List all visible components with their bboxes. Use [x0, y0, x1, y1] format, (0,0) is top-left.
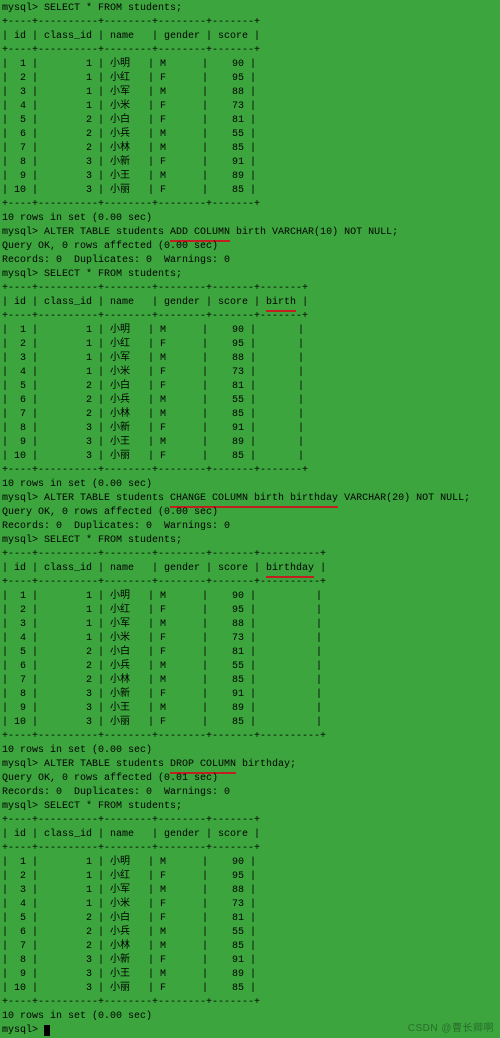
table-sep: +----+----------+--------+--------+-----… — [0, 814, 500, 828]
table-row: | 10 | 3 | 小丽 | F | 85 | | — [0, 450, 500, 464]
table-row: | 8 | 3 | 小新 | F | 91 | | — [0, 422, 500, 436]
table-row: | 1 | 1 | 小明 | M | 90 | — [0, 856, 500, 870]
table-row: | 3 | 1 | 小军 | M | 88 | — [0, 86, 500, 100]
table-row: | 9 | 3 | 小王 | M | 89 | — [0, 170, 500, 184]
table-row: | 1 | 1 | 小明 | M | 90 | — [0, 58, 500, 72]
table-header: | id | class_id | name | gender | score … — [0, 30, 500, 44]
table-row: | 7 | 2 | 小林 | M | 85 | — [0, 940, 500, 954]
query-ok: Query OK, 0 rows affected (0.00 sec) — [0, 240, 500, 254]
query-records: Records: 0 Duplicates: 0 Warnings: 0 — [0, 786, 500, 800]
table-row: | 6 | 2 | 小兵 | M | 55 | — [0, 128, 500, 142]
table-row: | 10 | 3 | 小丽 | F | 85 | — [0, 982, 500, 996]
table-row: | 9 | 3 | 小王 | M | 89 | — [0, 968, 500, 982]
prompt-line[interactable]: mysql> SELECT * FROM students; — [0, 800, 500, 814]
table-row: | 8 | 3 | 小新 | F | 91 | — [0, 954, 500, 968]
query-records: Records: 0 Duplicates: 0 Warnings: 0 — [0, 520, 500, 534]
table-row: | 5 | 2 | 小白 | F | 81 | | — [0, 380, 500, 394]
table-row: | 8 | 3 | 小新 | F | 91 | — [0, 156, 500, 170]
prompt-line[interactable]: mysql> SELECT * FROM students; — [0, 534, 500, 548]
table-row: | 4 | 1 | 小米 | F | 73 | | — [0, 632, 500, 646]
table-sep: +----+----------+--------+--------+-----… — [0, 44, 500, 58]
table-sep: +----+----------+--------+--------+-----… — [0, 310, 500, 324]
prompt-line[interactable]: mysql> SELECT * FROM students; — [0, 268, 500, 282]
prompt-line[interactable]: mysql> ALTER TABLE students DROP COLUMN … — [0, 758, 500, 772]
table-header: | id | class_id | name | gender | score … — [0, 562, 500, 576]
table-sep: +----+----------+--------+--------+-----… — [0, 16, 500, 30]
table-row: | 5 | 2 | 小白 | F | 81 | — [0, 912, 500, 926]
prompt-line[interactable]: mysql> SELECT * FROM students; — [0, 2, 500, 16]
table-sep: +----+----------+--------+--------+-----… — [0, 464, 500, 478]
table-row: | 7 | 2 | 小林 | M | 85 | | — [0, 674, 500, 688]
table-header: | id | class_id | name | gender | score … — [0, 828, 500, 842]
watermark: CSDN @曹长卿啊 — [408, 1022, 494, 1036]
cursor — [44, 1025, 50, 1036]
table-row: | 2 | 1 | 小红 | F | 95 | — [0, 870, 500, 884]
table-row: | 2 | 1 | 小红 | F | 95 | — [0, 72, 500, 86]
table-row: | 1 | 1 | 小明 | M | 90 | | — [0, 590, 500, 604]
table-row: | 3 | 1 | 小军 | M | 88 | | — [0, 618, 500, 632]
table-row: | 1 | 1 | 小明 | M | 90 | | — [0, 324, 500, 338]
table-sep: +----+----------+--------+--------+-----… — [0, 576, 500, 590]
result-footer: 10 rows in set (0.00 sec) — [0, 478, 500, 492]
table-sep: +----+----------+--------+--------+-----… — [0, 842, 500, 856]
table-header: | id | class_id | name | gender | score … — [0, 296, 500, 310]
table-row: | 9 | 3 | 小王 | M | 89 | | — [0, 436, 500, 450]
table-row: | 10 | 3 | 小丽 | F | 85 | — [0, 184, 500, 198]
result-footer: 10 rows in set (0.00 sec) — [0, 744, 500, 758]
query-records: Records: 0 Duplicates: 0 Warnings: 0 — [0, 254, 500, 268]
table-row: | 6 | 2 | 小兵 | M | 55 | — [0, 926, 500, 940]
table-row: | 10 | 3 | 小丽 | F | 85 | | — [0, 716, 500, 730]
table-row: | 8 | 3 | 小新 | F | 91 | | — [0, 688, 500, 702]
table-row: | 3 | 1 | 小军 | M | 88 | — [0, 884, 500, 898]
table-sep: +----+----------+--------+--------+-----… — [0, 996, 500, 1010]
table-sep: +----+----------+--------+--------+-----… — [0, 282, 500, 296]
table-row: | 7 | 2 | 小林 | M | 85 | — [0, 142, 500, 156]
table-row: | 2 | 1 | 小红 | F | 95 | | — [0, 604, 500, 618]
prompt-line[interactable]: mysql> ALTER TABLE students ADD COLUMN b… — [0, 226, 500, 240]
table-row: | 3 | 1 | 小军 | M | 88 | | — [0, 352, 500, 366]
table-row: | 4 | 1 | 小米 | F | 73 | — [0, 898, 500, 912]
table-row: | 7 | 2 | 小林 | M | 85 | | — [0, 408, 500, 422]
table-row: | 5 | 2 | 小白 | F | 81 | — [0, 114, 500, 128]
prompt-line[interactable]: mysql> ALTER TABLE students CHANGE COLUM… — [0, 492, 500, 506]
result-footer: 10 rows in set (0.00 sec) — [0, 212, 500, 226]
table-sep: +----+----------+--------+--------+-----… — [0, 730, 500, 744]
query-ok: Query OK, 0 rows affected (0.01 sec) — [0, 772, 500, 786]
terminal-output: mysql> SELECT * FROM students;+----+----… — [0, 2, 500, 1038]
table-row: | 5 | 2 | 小白 | F | 81 | | — [0, 646, 500, 660]
table-row: | 4 | 1 | 小米 | F | 73 | | — [0, 366, 500, 380]
table-row: | 2 | 1 | 小红 | F | 95 | | — [0, 338, 500, 352]
table-row: | 9 | 3 | 小王 | M | 89 | | — [0, 702, 500, 716]
table-row: | 6 | 2 | 小兵 | M | 55 | | — [0, 394, 500, 408]
query-ok: Query OK, 0 rows affected (0.00 sec) — [0, 506, 500, 520]
table-row: | 4 | 1 | 小米 | F | 73 | — [0, 100, 500, 114]
table-sep: +----+----------+--------+--------+-----… — [0, 548, 500, 562]
table-sep: +----+----------+--------+--------+-----… — [0, 198, 500, 212]
table-row: | 6 | 2 | 小兵 | M | 55 | | — [0, 660, 500, 674]
